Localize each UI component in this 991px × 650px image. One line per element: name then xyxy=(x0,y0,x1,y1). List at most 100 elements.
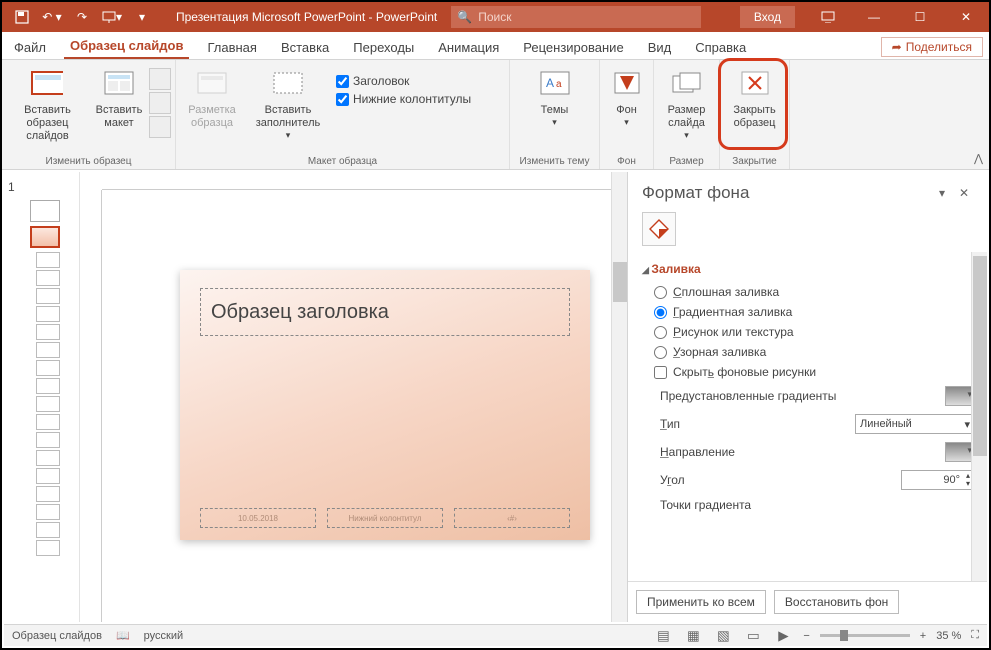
layout-thumbnail[interactable] xyxy=(36,396,60,412)
layout-thumbnail[interactable] xyxy=(36,432,60,448)
tab-slide-master[interactable]: Образец слайдов xyxy=(64,34,190,59)
maximize-icon[interactable]: ☐ xyxy=(897,2,943,32)
login-button[interactable]: Вход xyxy=(740,6,795,28)
solid-fill-radio[interactable]: Сплошная заливка xyxy=(642,282,987,302)
save-icon[interactable] xyxy=(10,5,34,29)
layout-thumbnail[interactable] xyxy=(36,306,60,322)
ribbon-options-icon[interactable] xyxy=(805,2,851,32)
fit-to-window-icon[interactable]: ⛶ xyxy=(971,629,979,642)
minimize-icon[interactable]: — xyxy=(851,2,897,32)
status-language[interactable]: русский xyxy=(144,630,183,642)
vertical-ruler xyxy=(80,190,102,622)
tab-transitions[interactable]: Переходы xyxy=(347,36,420,59)
preserve-button[interactable] xyxy=(149,116,171,138)
layout-thumbnail[interactable] xyxy=(36,468,60,484)
layout-thumbnail[interactable] xyxy=(36,540,60,556)
angle-spinner[interactable]: 90°▴▾ xyxy=(901,470,975,490)
date-placeholder[interactable]: 10.05.2018 xyxy=(200,508,316,528)
status-bar: Образец слайдов 📖 русский ▤ ▦ ▧ ▭ ▶ − + … xyxy=(4,624,987,646)
reading-view-icon[interactable]: ▭ xyxy=(743,628,763,644)
background-button[interactable]: Фон ▾ xyxy=(604,66,649,130)
ribbon: Вставить образец слайдов Вставить макет … xyxy=(2,60,989,170)
pane-scrollbar[interactable] xyxy=(971,252,987,581)
insert-slide-master-button[interactable]: Вставить образец слайдов xyxy=(6,66,89,146)
layout-thumbnail[interactable] xyxy=(36,450,60,466)
share-button[interactable]: ➦ Поделиться xyxy=(881,37,983,57)
close-master-icon xyxy=(739,68,771,100)
fill-category-icon[interactable] xyxy=(642,212,676,246)
preset-gradients-label: Предустановленные градиенты xyxy=(660,389,937,403)
delete-button[interactable] xyxy=(149,68,171,90)
pane-close-icon[interactable]: ✕ xyxy=(953,182,975,204)
collapse-ribbon-icon[interactable]: ⋀ xyxy=(974,152,983,165)
status-view-mode: Образец слайдов xyxy=(12,630,102,642)
hide-bg-checkbox[interactable]: Скрыть фоновые рисунки xyxy=(642,362,987,382)
gradient-fill-radio[interactable]: Градиентная заливка xyxy=(642,302,987,322)
spellcheck-icon[interactable]: 📖 xyxy=(116,629,130,642)
layout-thumbnail[interactable] xyxy=(36,504,60,520)
reset-background-button[interactable]: Восстановить фон xyxy=(774,590,899,614)
svg-text:A: A xyxy=(546,76,554,90)
footers-checkbox[interactable]: Нижние колонтитулы xyxy=(332,90,475,108)
insert-placeholder-button[interactable]: Вставить заполнитель ▾ xyxy=(246,66,330,143)
zoom-out-button[interactable]: − xyxy=(803,630,809,642)
layout-thumbnail[interactable] xyxy=(36,324,60,340)
layout-thumbnail[interactable] xyxy=(36,378,60,394)
title-placeholder[interactable]: Образец заголовка xyxy=(200,288,570,336)
layout-thumbnail[interactable] xyxy=(36,252,60,268)
title-checkbox[interactable]: Заголовок xyxy=(332,72,475,90)
layout-thumbnail-selected[interactable] xyxy=(30,226,60,248)
close-master-button[interactable]: Закрыть образец xyxy=(726,66,784,132)
slide-number-placeholder[interactable]: ‹#› xyxy=(454,508,570,528)
search-box[interactable]: 🔍 Поиск xyxy=(451,6,701,28)
layout-thumbnail[interactable] xyxy=(36,414,60,430)
zoom-in-button[interactable]: + xyxy=(920,630,926,642)
redo-icon[interactable]: ↷ xyxy=(70,5,94,29)
layout-thumbnail[interactable] xyxy=(36,486,60,502)
footer-placeholder[interactable]: Нижний колонтитул xyxy=(327,508,443,528)
layout-thumbnail[interactable] xyxy=(36,270,60,286)
master-layout-button: Разметка образца xyxy=(180,66,244,132)
title-checkbox-label: Заголовок xyxy=(353,74,409,88)
footers-checkbox-label: Нижние колонтитулы xyxy=(353,92,471,106)
close-icon[interactable]: ✕ xyxy=(943,2,989,32)
tab-file[interactable]: Файл xyxy=(8,36,52,59)
insert-placeholder-label: Вставить заполнитель xyxy=(248,104,328,130)
qat-customize-icon[interactable]: ▾ xyxy=(130,5,154,29)
group-label-theme: Изменить тему xyxy=(514,154,595,169)
format-background-pane: Формат фона ▾ ✕ Заливка Сплошная заливка… xyxy=(627,172,987,622)
pane-menu-icon[interactable]: ▾ xyxy=(931,182,953,204)
zoom-slider[interactable] xyxy=(820,634,910,637)
tab-insert[interactable]: Вставка xyxy=(275,36,335,59)
edit-scrollbar[interactable] xyxy=(611,172,627,622)
rename-button[interactable] xyxy=(149,92,171,114)
master-thumbnail[interactable] xyxy=(30,200,60,222)
tab-view[interactable]: Вид xyxy=(642,36,678,59)
notes-button[interactable]: ▤ xyxy=(653,628,673,644)
insert-layout-button[interactable]: Вставить макет xyxy=(91,66,147,132)
fill-section-title[interactable]: Заливка xyxy=(642,262,987,276)
close-master-label: Закрыть образец xyxy=(728,104,782,130)
layout-thumbnail[interactable] xyxy=(36,288,60,304)
normal-view-icon[interactable]: ▦ xyxy=(683,628,703,644)
layout-thumbnail[interactable] xyxy=(36,522,60,538)
undo-icon[interactable]: ↶ ▾ xyxy=(40,5,64,29)
slide-canvas[interactable]: Образец заголовка 10.05.2018 Нижний коло… xyxy=(180,270,590,540)
picture-fill-radio[interactable]: Рисунок или текстура xyxy=(642,322,987,342)
layout-thumbnail[interactable] xyxy=(36,360,60,376)
sorter-view-icon[interactable]: ▧ xyxy=(713,628,733,644)
zoom-level[interactable]: 35 % xyxy=(936,630,961,642)
background-icon xyxy=(611,68,643,100)
slideshow-view-icon[interactable]: ▶ xyxy=(773,628,793,644)
slide-size-button[interactable]: Размер слайда ▾ xyxy=(658,66,715,143)
tab-animation[interactable]: Анимация xyxy=(432,36,505,59)
apply-to-all-button[interactable]: Применить ко всем xyxy=(636,590,766,614)
pattern-fill-radio[interactable]: Узорная заливка xyxy=(642,342,987,362)
tab-home[interactable]: Главная xyxy=(201,36,262,59)
themes-button[interactable]: Aa Темы ▾ xyxy=(528,66,582,130)
start-slideshow-icon[interactable]: ▾ xyxy=(100,5,124,29)
layout-thumbnail[interactable] xyxy=(36,342,60,358)
tab-review[interactable]: Рецензирование xyxy=(517,36,629,59)
tab-help[interactable]: Справка xyxy=(689,36,752,59)
type-dropdown[interactable]: Линейный▾ xyxy=(855,414,975,434)
